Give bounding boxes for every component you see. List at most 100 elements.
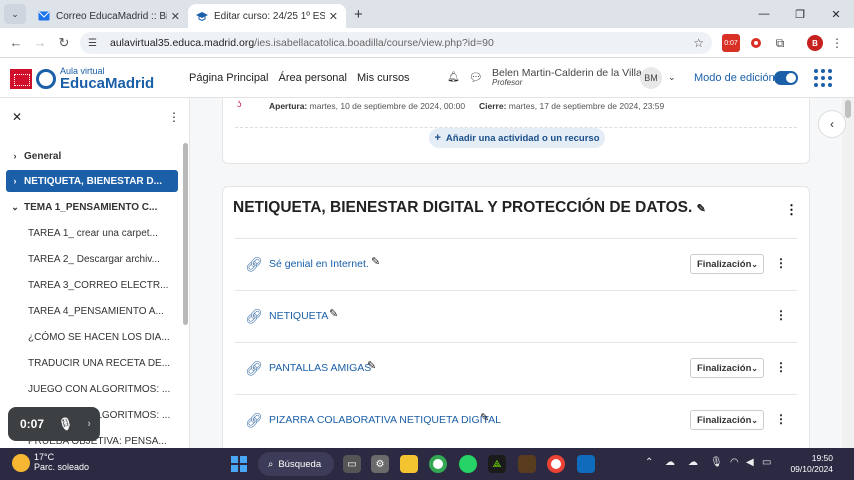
primary-nav: Página Principal Área personal Mis curso… — [189, 72, 410, 84]
edit-pencil-icon[interactable]: ✎ — [329, 307, 338, 320]
sidebar-item-label: TRADUCIR UNA RECETA DE... — [28, 357, 171, 369]
chrome-icon[interactable] — [429, 455, 447, 473]
url-domain: aulavirtual35.educa.madrid.org — [110, 37, 255, 49]
audio-recorder-widget: 0:07 🎙︎ › — [8, 407, 100, 441]
forward-icon[interactable]: → — [28, 35, 52, 50]
avatar-initials: BM — [644, 73, 658, 83]
extensions-puzzle-icon[interactable]: ⧉ — [772, 34, 788, 52]
sidebar-section-general[interactable]: › General — [6, 145, 178, 167]
completion-dropdown[interactable]: Finalización ⌄ — [690, 410, 764, 430]
chevron-right-icon[interactable]: › — [87, 418, 91, 430]
app-icon[interactable] — [518, 455, 536, 473]
sidebar-item-tarea4[interactable]: TAREA 4_PENSAMIENTO A... — [6, 300, 178, 322]
profile-avatar[interactable]: B — [807, 35, 823, 51]
onedrive-icon[interactable]: ☁ — [688, 457, 698, 468]
settings-gear-icon[interactable]: ⚙ — [371, 455, 389, 473]
activity-link[interactable]: PIZARRA COLABORATIVA NETIQUETA DIGITAL — [269, 414, 501, 426]
activity-link[interactable]: PANTALLAS AMIGAS — [269, 362, 371, 374]
sun-icon — [12, 453, 30, 472]
tab-correo[interactable]: Correo EducaMadrid :: Bienveni ✕ — [30, 4, 188, 28]
microphone-icon[interactable]: 🎙︎ — [58, 417, 73, 431]
app-icon[interactable]: ⟁ — [488, 455, 506, 473]
sidebar-item-tarea1[interactable]: TAREA 1_ crear una carpet... — [6, 222, 178, 244]
close-tab-icon[interactable]: ✕ — [171, 10, 180, 23]
browser-menu-icon[interactable]: ⋮ — [830, 34, 844, 52]
completion-label: Finalización — [697, 258, 752, 270]
weather-widget[interactable]: 17°C Parc. soleado — [12, 452, 89, 473]
task-view-icon[interactable]: ▭ — [343, 455, 361, 473]
apertura-date: Apertura: martes, 10 de septiembre de 20… — [269, 101, 465, 111]
more-options-icon[interactable]: ⋮ — [168, 110, 180, 124]
close-window-icon[interactable]: ✕ — [818, 0, 854, 28]
link-icon: 🔗︎ — [245, 360, 263, 376]
minimize-icon[interactable]: — — [746, 0, 782, 28]
activity-link[interactable]: NETIQUETA — [269, 310, 328, 322]
educamadrid-logo[interactable]: Aula virtual EducaMadrid — [10, 67, 154, 91]
educamadrid-circle-icon — [36, 69, 56, 89]
volume-icon[interactable]: ◀ — [746, 457, 754, 468]
url-input[interactable]: ☰ aulavirtual35.educa.madrid.org /ies.is… — [80, 32, 712, 54]
sidebar-item-diagramas[interactable]: ¿CÓMO SE HACEN LOS DIA... — [6, 326, 178, 348]
sidebar-item-tarea3[interactable]: TAREA 3_CORREO ELECTR... — [6, 274, 178, 296]
sidebar-item-juego1[interactable]: JUEGO CON ALGORITMOS: ... — [6, 378, 178, 400]
file-explorer-icon[interactable] — [400, 455, 418, 473]
user-avatar[interactable]: BM — [640, 67, 662, 89]
clock[interactable]: 19:50 09/10/2024 — [783, 453, 833, 474]
section-menu-icon[interactable]: ⋮ — [785, 202, 798, 218]
close-drawer-icon[interactable]: ✕ — [12, 110, 22, 124]
site-info-icon[interactable]: ☰ — [88, 38, 102, 49]
sidebar-scrollbar[interactable] — [183, 143, 188, 325]
activity-menu-icon[interactable]: ⋮ — [775, 360, 787, 374]
sidebar-section-netiqueta[interactable]: › NETIQUETA, BIENESTAR D... — [6, 170, 178, 192]
app-icon[interactable] — [577, 455, 595, 473]
nav-mis-cursos[interactable]: Mis cursos — [357, 72, 410, 84]
completion-dropdown[interactable]: Finalización ⌄ — [690, 254, 764, 274]
chat-icon[interactable]: 💬︎ — [469, 71, 483, 84]
tab-search-icon[interactable]: ⌄ — [4, 4, 26, 24]
nav-area-personal[interactable]: Área personal — [279, 72, 348, 84]
page-scrollbar[interactable] — [842, 98, 854, 448]
chevron-down-icon[interactable]: ⌄ — [668, 72, 676, 83]
add-activity-button[interactable]: + Añadir una actividad o un recurso — [429, 128, 605, 148]
back-icon[interactable]: ← — [4, 35, 28, 50]
close-tab-icon[interactable]: ✕ — [329, 10, 338, 23]
completion-label: Finalización — [697, 362, 752, 374]
activity-link[interactable]: Sé genial en Internet. — [269, 258, 369, 270]
tab-editar-curso[interactable]: Editar curso: 24/25 1º ESO Cien ✕ — [188, 4, 346, 28]
sidebar-item-tarea2[interactable]: TAREA 2_ Descargar archiv... — [6, 248, 178, 270]
completion-dropdown[interactable]: Finalización ⌄ — [690, 358, 764, 378]
battery-icon[interactable]: ▭ — [762, 457, 771, 468]
windows-taskbar: 17°C Parc. soleado ⌕ Búsqueda ▭ ⚙ ⟁ ⌃ ☁ ☁… — [0, 448, 854, 480]
activity-row: 🔗︎ Sé genial en Internet. ✎ Finalización… — [235, 238, 797, 290]
open-block-drawer-button[interactable]: ‹ — [818, 110, 846, 138]
sidebar-item-receta[interactable]: TRADUCIR UNA RECETA DE... — [6, 352, 178, 374]
reload-icon[interactable]: ↻ — [52, 35, 76, 51]
new-tab-button[interactable]: + — [354, 6, 363, 23]
edit-mode-toggle[interactable] — [774, 71, 798, 85]
chrome-active-icon[interactable] — [547, 455, 565, 473]
activity-menu-icon[interactable]: ⋮ — [775, 412, 787, 426]
sidebar-item-label: JUEGO CON ALGORITMOS: ... — [28, 383, 171, 395]
windows-start-icon[interactable] — [231, 456, 247, 472]
mic-tray-icon[interactable]: 🎙︎ — [710, 457, 723, 468]
maximize-icon[interactable]: ❐ — [782, 0, 818, 28]
sidebar-section-tema1[interactable]: ⌄ TEMA 1_PENSAMIENTO C... — [6, 196, 178, 218]
tray-chevron-icon[interactable]: ⌃ — [645, 457, 653, 468]
edit-pencil-icon[interactable]: ✎ — [480, 411, 489, 424]
nav-pagina-principal[interactable]: Página Principal — [189, 72, 269, 84]
edit-pencil-icon[interactable]: ✎ — [697, 203, 706, 215]
bell-icon[interactable]: 🔔︎ — [447, 72, 460, 83]
cloud-icon[interactable]: ☁ — [665, 457, 675, 468]
activity-menu-icon[interactable]: ⋮ — [775, 308, 787, 322]
activity-menu-icon[interactable]: ⋮ — [775, 256, 787, 270]
apps-grid-icon[interactable] — [814, 69, 832, 87]
extension-red-icon[interactable] — [749, 34, 763, 52]
whatsapp-icon[interactable] — [459, 455, 477, 473]
edit-pencil-icon[interactable]: ✎ — [371, 255, 380, 268]
edit-pencil-icon[interactable]: ✎ — [367, 359, 376, 372]
wifi-icon[interactable]: ◠ — [730, 457, 739, 468]
scrollbar-thumb[interactable] — [845, 100, 851, 118]
bookmark-star-icon[interactable]: ☆ — [693, 36, 704, 50]
taskbar-search[interactable]: ⌕ Búsqueda — [258, 452, 334, 476]
extension-recorder-icon[interactable]: 0:07 — [722, 34, 740, 52]
